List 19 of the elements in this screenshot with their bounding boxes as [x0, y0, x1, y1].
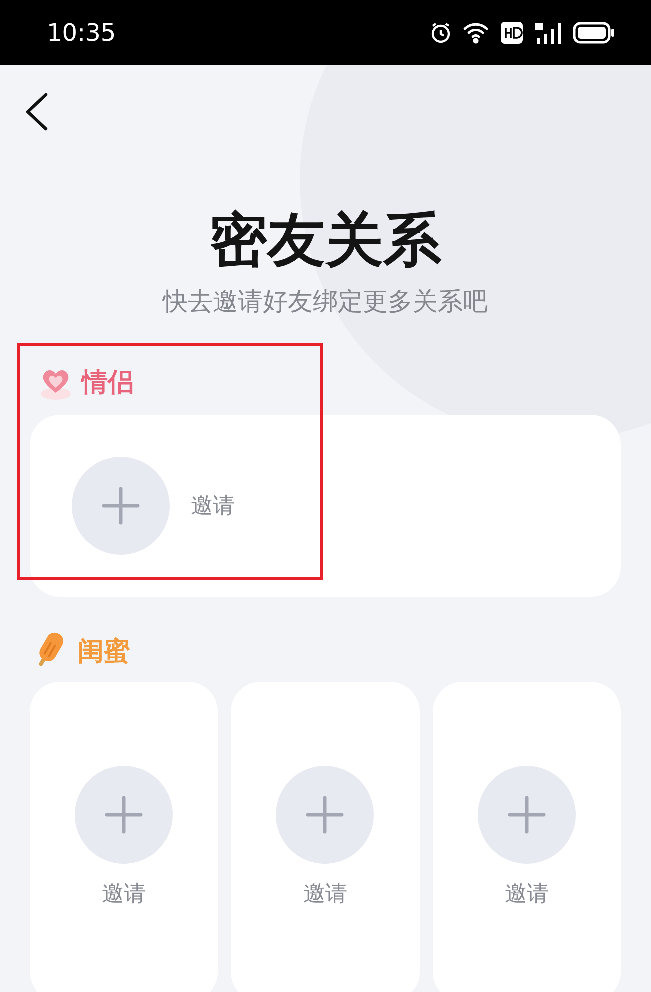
- invite-label: 邀请: [504, 881, 549, 909]
- signal-icon: [533, 20, 563, 44]
- invite-label: 邀请: [191, 492, 235, 520]
- page-subtitle: 快去邀请好友绑定更多关系吧: [163, 286, 488, 318]
- invite-label: 邀请: [303, 881, 348, 909]
- invite-label: 邀请: [102, 881, 146, 909]
- section-title: 情侣: [82, 366, 134, 400]
- plus-icon: [105, 796, 144, 834]
- back-icon: [24, 93, 50, 131]
- battery-icon: [573, 22, 615, 44]
- plus-icon: [508, 796, 546, 834]
- plus-icon: [102, 487, 140, 525]
- plus-icon: [306, 796, 344, 834]
- status-time: 10:35: [47, 18, 116, 48]
- wifi-icon: [463, 22, 491, 44]
- section-title: 闺蜜: [78, 636, 130, 668]
- alarm-icon: [429, 20, 453, 44]
- hd-icon: [501, 22, 523, 44]
- page-title: 密友关系: [210, 205, 442, 275]
